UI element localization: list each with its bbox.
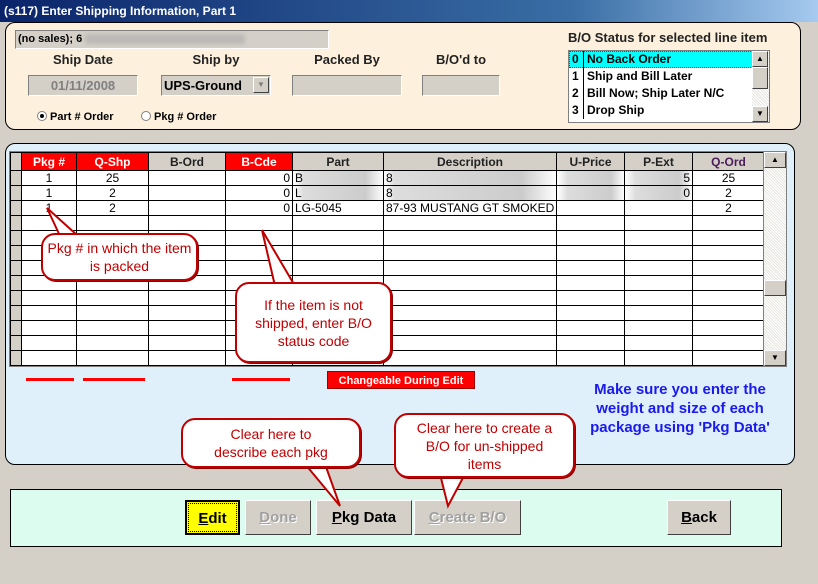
callout-bcde: If the item is not shipped, enter B/O st… bbox=[235, 282, 392, 363]
callout-pkg-data: Clear here to describe each pkg bbox=[181, 418, 361, 468]
callout-pointers bbox=[46, 207, 467, 509]
callout-pointer bbox=[46, 207, 81, 237]
callout-create-bo: Clear here to create a B/O for un-shippe… bbox=[394, 413, 575, 478]
callout-pointer bbox=[438, 473, 467, 509]
callout-pointer bbox=[302, 463, 341, 507]
callout-pointer bbox=[261, 229, 297, 287]
callout-pkg: Pkg # in which the item is packed bbox=[41, 233, 198, 281]
